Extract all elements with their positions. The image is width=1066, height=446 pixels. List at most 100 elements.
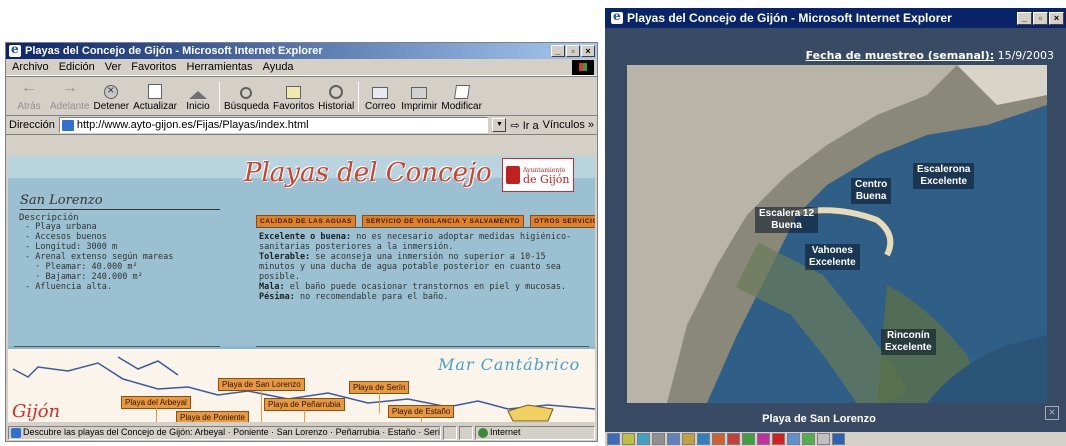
taskbar-icon[interactable] [727, 433, 740, 445]
taskbar-icon[interactable] [697, 433, 710, 445]
toolbar: Atrás Adelante Detener Actualizar Inicio… [6, 76, 597, 116]
window-titlebar[interactable]: Playas del Concejo de Gijón - Microsoft … [6, 43, 597, 59]
divider [14, 346, 220, 347]
quality-item: Tolerable: se aconseja una inmersión no … [259, 252, 561, 282]
menu-archivo[interactable]: Archivo [12, 61, 49, 73]
taskbar-icon[interactable] [772, 433, 785, 445]
divider [256, 227, 589, 228]
taskbar-icon[interactable] [667, 433, 680, 445]
coat-of-arms-icon [506, 166, 520, 184]
list-item: - Accesos buenos [25, 232, 107, 242]
menu-ver[interactable]: Ver [105, 61, 122, 73]
taskbar-icon[interactable] [817, 433, 830, 445]
taskbar-icon[interactable] [607, 433, 620, 445]
taskbar-icon[interactable] [802, 433, 815, 445]
printer-icon [411, 87, 428, 99]
sea-label: Mar Cantábrico [438, 355, 581, 374]
windows-logo-icon [572, 60, 594, 75]
taskbar-icon[interactable] [652, 433, 665, 445]
history-icon [329, 85, 344, 99]
taskbar-icon[interactable] [832, 433, 845, 445]
taskbar-icon[interactable] [712, 433, 725, 445]
favorites-button[interactable]: Favoritos [273, 86, 314, 112]
marker-escalera-12[interactable]: Escalera 12 Buena [755, 207, 819, 233]
back-button[interactable]: Atrás [12, 79, 46, 112]
aerial-photo-image [627, 65, 1047, 403]
browser-window-popup: Playas del Concejo de Gijón - Microsoft … [605, 8, 1066, 446]
refresh-button[interactable]: Actualizar [133, 84, 177, 112]
beach-link-penarrubia[interactable]: Playa de Peñarrubia [264, 398, 345, 422]
menu-ayuda[interactable]: Ayuda [263, 61, 294, 73]
quality-item: Mala: el baño puede ocasionar transtorno… [259, 282, 567, 292]
page-icon [61, 119, 74, 131]
sampling-date: Fecha de muestreo (semanal): 15/9/2003 [805, 49, 1054, 62]
search-button[interactable]: Búsqueda [224, 87, 269, 112]
taskbar-icon[interactable] [787, 433, 800, 445]
ayuntamiento-logo[interactable]: Ayuntamiento de Gijón [502, 158, 574, 192]
edit-button[interactable]: Modificar [441, 85, 482, 112]
address-value: http://www.ayto-gijon.es/Fijas/Playas/in… [76, 119, 309, 131]
close-icon[interactable]: × [1045, 406, 1059, 420]
beach-link-arbeyal[interactable]: Playa del Arbeyal [121, 396, 191, 422]
photo-caption: Playa de San Lorenzo [762, 413, 876, 425]
marker-vahones[interactable]: Vahones Excelente [805, 244, 860, 270]
list-item: - Arenal extenso según mareas [25, 252, 174, 262]
mail-button[interactable]: Correo [363, 87, 397, 112]
home-icon [188, 91, 207, 99]
address-input[interactable]: http://www.ayto-gijon.es/Fijas/Playas/in… [58, 117, 489, 133]
water-quality-legend: Excelente o buena: no es necesario adopt… [259, 232, 579, 302]
close-button[interactable]: × [1049, 11, 1064, 25]
menu-herramientas[interactable]: Herramientas [187, 61, 253, 73]
city-label: Gijón [12, 401, 61, 422]
beach-name: San Lorenzo [20, 193, 220, 210]
forward-button[interactable]: Adelante [50, 79, 89, 112]
stop-button[interactable]: Detener [93, 83, 129, 112]
minimize-button[interactable]: _ [1017, 11, 1032, 25]
taskbar-icon[interactable] [742, 433, 755, 445]
aerial-photo: Escalerona Excelente Centro Buena Escalera… [627, 65, 1047, 403]
list-item: - Longitud: 3000 m [25, 242, 118, 252]
taskbar-icon[interactable] [757, 433, 770, 445]
beach-link-estano[interactable]: Playa de Estaño [388, 405, 455, 422]
marker-escalerona[interactable]: Escalerona Excelente [913, 163, 975, 189]
forward-arrow-icon [61, 79, 79, 99]
minimize-button[interactable]: _ [551, 45, 565, 57]
go-button[interactable]: ⇨ Ir a [510, 119, 538, 132]
marker-centro[interactable]: Centro Buena [851, 178, 892, 204]
playas-logo[interactable]: Playas del Concejo [244, 158, 492, 188]
menu-edicion[interactable]: Edición [59, 61, 95, 73]
taskbar-icon[interactable] [622, 433, 635, 445]
window-title: Playas del Concejo de Gijón - Microsoft … [25, 45, 323, 57]
list-item: · Pleamar: 40.000 m² [25, 262, 138, 272]
taskbar [605, 432, 1066, 446]
maximize-button[interactable]: ▫ [1033, 11, 1048, 25]
refresh-icon [148, 84, 163, 99]
history-button[interactable]: Historial [318, 85, 354, 112]
list-item: - Afluencia alta. [25, 282, 112, 292]
beach-map: Mar Cantábrico Gijón Playa de San Lorenz… [8, 349, 595, 422]
quality-item: Pésima: no recomendable para el baño. [259, 292, 449, 302]
beach-link-san-lorenzo[interactable]: Playa de San Lorenzo [218, 378, 305, 422]
menu-favoritos[interactable]: Favoritos [131, 61, 176, 73]
list-item: · Bajamar: 240.000 m² [25, 272, 143, 282]
page-content: Playas del Concejo Ayuntamiento de Gijón … [8, 156, 595, 422]
window-titlebar[interactable]: Playas del Concejo de Gijón - Microsoft … [605, 8, 1066, 28]
taskbar-icon[interactable] [637, 433, 650, 445]
print-button[interactable]: Imprimir [401, 87, 437, 112]
ie-icon [9, 43, 21, 57]
taskbar-icon[interactable] [682, 433, 695, 445]
beach-link-serin[interactable]: Playa de Serín [349, 381, 410, 413]
search-icon [240, 87, 253, 99]
status-cell [459, 425, 473, 440]
address-label: Dirección [9, 119, 55, 131]
home-button[interactable]: Inicio [181, 91, 215, 112]
links-button[interactable]: Vínculos » [543, 119, 594, 131]
edit-icon [453, 85, 470, 99]
description-list: - Playa urbana - Accesos buenos - Longit… [25, 222, 173, 292]
marker-rinconin[interactable]: Rinconín Excelente [881, 329, 936, 355]
beach-link-poniente[interactable]: Playa de Poniente [176, 411, 249, 422]
maximize-button[interactable]: ▫ [566, 45, 580, 57]
close-button[interactable]: × [581, 45, 595, 57]
address-dropdown-button[interactable]: ▼ [492, 118, 507, 132]
window-title: Playas del Concejo de Gijón - Microsoft … [627, 11, 952, 25]
